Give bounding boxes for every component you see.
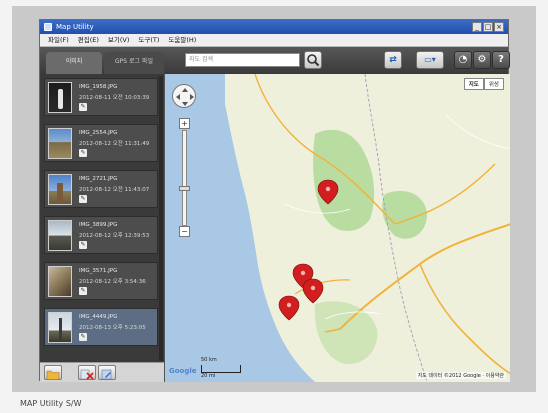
remove-geotag-button[interactable]	[78, 365, 96, 380]
photo-thumbnail	[48, 220, 72, 251]
window-title: Map Utility	[56, 23, 94, 31]
menu-edit[interactable]: 편집(E)	[78, 34, 99, 46]
menu-view[interactable]: 보기(V)	[108, 34, 129, 46]
title-bar: Map Utility _ □ ×	[40, 20, 508, 34]
minimize-button[interactable]: _	[472, 22, 482, 32]
image-date: 2012-08-12 오전 11:43:07	[79, 187, 150, 193]
map-type-map-button[interactable]: 지도	[463, 78, 484, 90]
pan-control[interactable]	[172, 84, 196, 108]
image-filename: IMG_3571.JPG	[79, 268, 118, 274]
geotag-icon: ✎	[79, 241, 87, 249]
photo-thumbnail	[48, 82, 72, 113]
help-button[interactable]: ?	[492, 51, 510, 69]
image-date: 2012-08-11 오전 10:03:39	[79, 95, 150, 101]
bottom-toolbar	[40, 362, 164, 382]
image-list: IMG_1958.JPG 2012-08-11 오전 10:03:39 ✎ IM…	[40, 74, 164, 362]
menu-tools[interactable]: 도구(T)	[138, 34, 159, 46]
zoom-out-button[interactable]: −	[179, 226, 190, 237]
figure-caption: MAP Utility S/W	[20, 399, 82, 408]
google-logo: Google	[169, 367, 197, 375]
menu-help[interactable]: 도움말(H)	[168, 34, 196, 46]
menu-file[interactable]: 파일(F)	[48, 34, 69, 46]
image-filename: IMG_2721.JPG	[79, 176, 118, 182]
zoom-slider[interactable]	[182, 130, 187, 226]
help-icon: ?	[498, 54, 504, 65]
list-item[interactable]: IMG_3571.JPG 2012-08-12 오후 3:54:36 ✎	[44, 262, 158, 300]
search-button[interactable]	[304, 51, 322, 69]
edit-geotag-button[interactable]	[98, 365, 116, 380]
folder-icon	[46, 370, 60, 380]
open-folder-button[interactable]	[44, 365, 62, 380]
export-icon: ⇄	[389, 55, 397, 65]
photo-thumbnail	[48, 174, 72, 205]
map-attribution[interactable]: 지도 데이터 ©2012 Google · 이용약관	[415, 372, 506, 379]
settings-button[interactable]: ⚙	[473, 51, 491, 69]
pan-arrows-icon	[176, 88, 194, 106]
geotag-icon: ✎	[79, 333, 87, 341]
list-item[interactable]: IMG_2721.JPG 2012-08-12 오전 11:43:07 ✎	[44, 170, 158, 208]
tools-button[interactable]: ◔	[454, 51, 472, 69]
geotag-icon: ✎	[79, 195, 87, 203]
tools-icon: ◔	[458, 54, 468, 65]
map-scale-bar	[201, 365, 241, 373]
geotag-icon: ✎	[79, 149, 87, 157]
photo-thumbnail	[48, 312, 72, 343]
gear-icon: ⚙	[477, 54, 487, 65]
view-mode-icon: ▭▾	[424, 55, 436, 64]
photo-thumbnail	[48, 128, 72, 159]
zoom-slider-handle[interactable]	[179, 186, 190, 191]
list-item[interactable]: IMG_2554.JPG 2012-08-12 오전 11:31:49 ✎	[44, 124, 158, 162]
scale-km-label: 50 km	[201, 357, 217, 363]
map-view[interactable]: 지도 위성 + − Google 50 km 20 mi 지도 데이터 ©201…	[164, 74, 510, 382]
app-icon	[44, 23, 52, 31]
image-filename: IMG_3899.JPG	[79, 222, 118, 228]
close-button[interactable]: ×	[494, 22, 504, 32]
image-date: 2012-08-12 오후 12:39:53	[79, 233, 150, 239]
tab-images[interactable]: 이미지	[46, 52, 102, 74]
image-date: 2012-08-12 오전 11:31:49	[79, 141, 150, 147]
tab-gps-log[interactable]: GPS 로그 파일	[104, 52, 164, 74]
maximize-button[interactable]: □	[483, 22, 493, 32]
menu-bar: 파일(F) 편집(E) 보기(V) 도구(T) 도움말(H)	[40, 34, 508, 47]
geotag-icon: ✎	[79, 103, 87, 111]
export-button[interactable]: ⇄	[384, 51, 402, 69]
toolbar: 이미지 GPS 로그 파일 지도 검색 ⇄ ▭▾ ◔ ⚙ ?	[40, 47, 510, 74]
photo-thumbnail	[48, 266, 72, 297]
map-canvas[interactable]	[165, 74, 510, 382]
zoom-in-button[interactable]: +	[179, 118, 190, 129]
list-item[interactable]: IMG_3899.JPG 2012-08-12 오후 12:39:53 ✎	[44, 216, 158, 254]
map-search-input[interactable]: 지도 검색	[185, 53, 300, 67]
map-type-switch: 지도 위성	[463, 78, 504, 90]
image-filename: IMG_2554.JPG	[79, 130, 118, 136]
list-item[interactable]: IMG_1958.JPG 2012-08-11 오전 10:03:39 ✎	[44, 78, 158, 116]
image-date: 2012-08-13 오후 5:23:05	[79, 325, 146, 331]
map-type-satellite-button[interactable]: 위성	[483, 78, 504, 90]
edit-geotag-icon	[101, 369, 112, 380]
geotag-icon: ✎	[79, 287, 87, 295]
image-filename: IMG_1958.JPG	[79, 84, 118, 90]
view-mode-dropdown[interactable]: ▭▾	[416, 51, 444, 69]
remove-geotag-icon	[80, 369, 94, 380]
image-filename: IMG_4449.JPG	[79, 314, 118, 320]
list-item[interactable]: IMG_4449.JPG 2012-08-13 오후 5:23:05 ✎	[44, 308, 158, 346]
search-icon	[307, 54, 320, 67]
image-date: 2012-08-12 오후 3:54:36	[79, 279, 146, 285]
app-window: Map Utility _ □ × 파일(F) 편집(E) 보기(V) 도구(T…	[39, 19, 510, 382]
scale-mi-label: 20 mi	[201, 373, 216, 379]
list-scrollbar[interactable]	[159, 76, 163, 361]
